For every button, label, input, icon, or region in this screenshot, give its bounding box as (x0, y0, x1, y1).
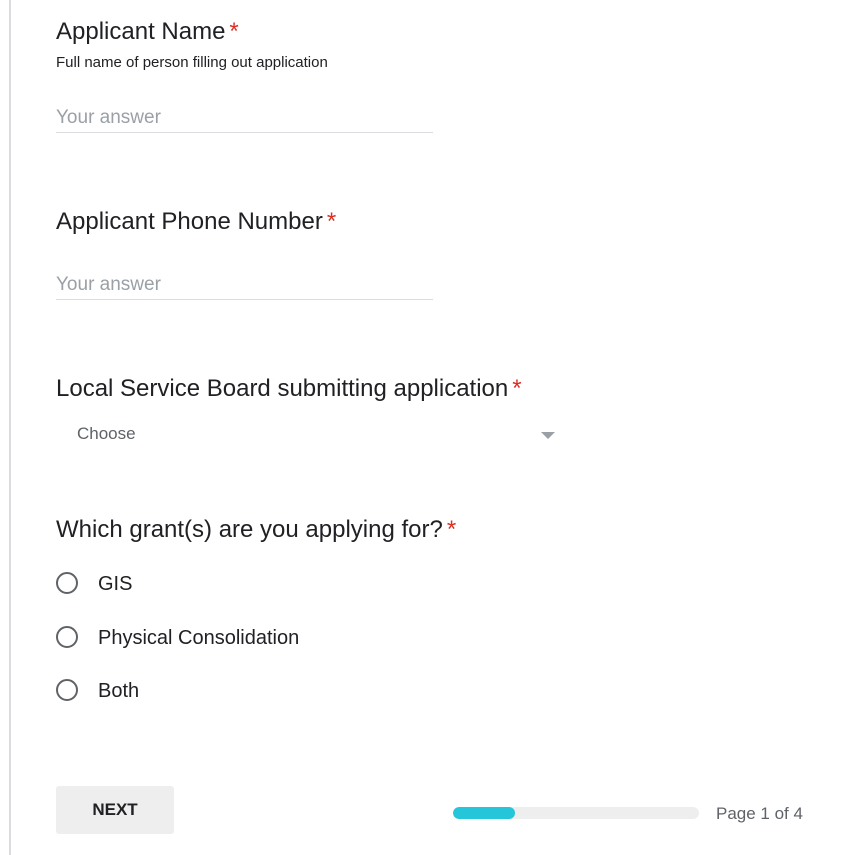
dropdown-arrow-icon (541, 432, 555, 439)
question-title-text: Which grant(s) are you applying for? (56, 516, 443, 543)
radio-option-label: GIS (98, 573, 133, 595)
question-title-applicant-phone: Applicant Phone Number * (56, 208, 336, 236)
question-title-text: Local Service Board submitting applicati… (56, 375, 509, 402)
local-service-board-dropdown[interactable]: Choose (56, 418, 566, 450)
question-title-text: Applicant Phone Number (56, 208, 323, 235)
radio-button-icon[interactable] (56, 572, 78, 594)
dropdown-selected-value: Choose (77, 424, 136, 443)
question-help-text: Full name of person filling out applicat… (56, 54, 328, 71)
radio-button-icon[interactable] (56, 679, 78, 701)
required-asterisk: * (512, 375, 522, 402)
required-asterisk: * (326, 208, 337, 235)
radio-option-label: Both (98, 680, 140, 702)
question-title-text: Applicant Name (56, 18, 226, 45)
question-title-applicant-name: Applicant Name * (56, 18, 239, 46)
radio-button-icon[interactable] (56, 626, 78, 648)
progress-bar-fill (453, 807, 515, 819)
required-asterisk: * (446, 516, 457, 543)
applicant-name-input[interactable] (56, 104, 433, 133)
next-button[interactable]: NEXT (56, 786, 174, 834)
page-indicator: Page 1 of 4 (716, 804, 803, 823)
progress-bar (453, 807, 699, 819)
radio-option-label: Physical Consolidation (98, 627, 300, 649)
applicant-phone-input[interactable] (56, 271, 433, 300)
required-asterisk: * (229, 18, 239, 45)
question-title-grant-type: Which grant(s) are you applying for? * (56, 516, 456, 544)
question-title-local-service-board: Local Service Board submitting applicati… (56, 375, 522, 403)
form-left-border (9, 0, 11, 855)
